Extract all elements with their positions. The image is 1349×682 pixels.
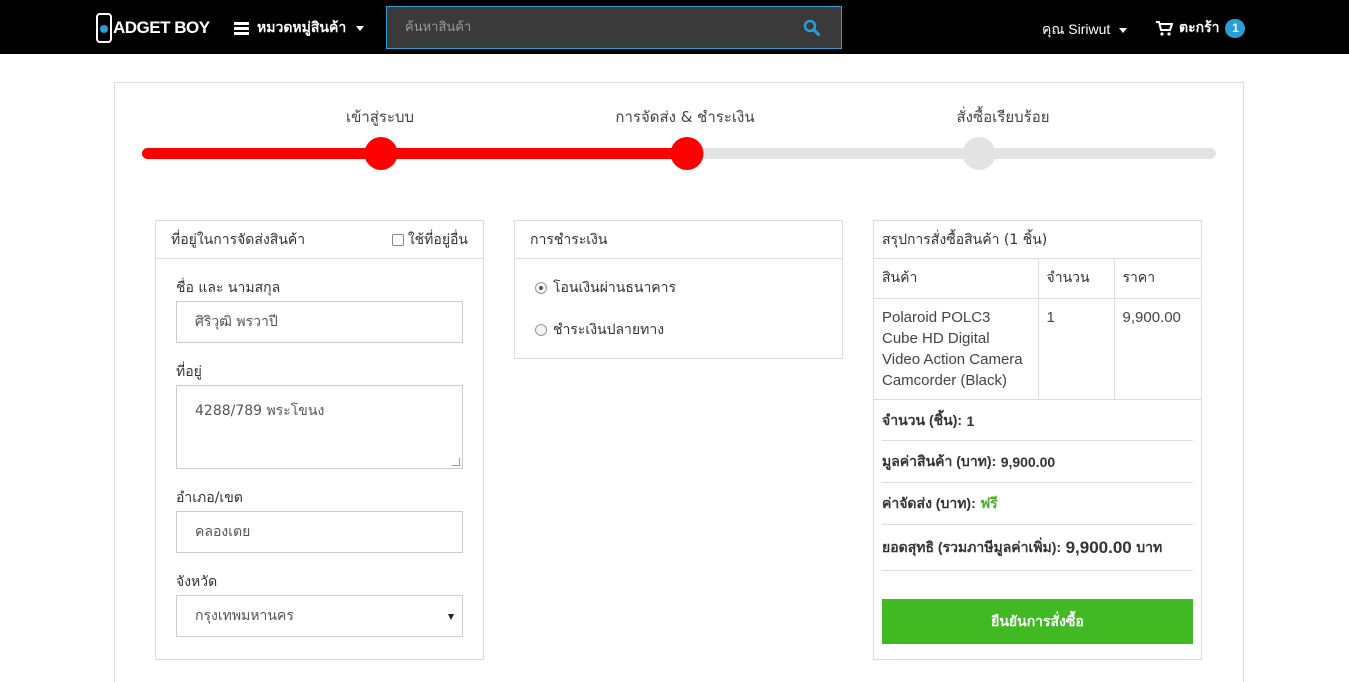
payment-option-label: โอนเงินผ่านธนาคาร [553,280,677,296]
use-other-address-checkbox[interactable]: ใช้ที่อยู่อื่น [391,229,468,251]
step-dot-login [364,137,398,170]
category-menu[interactable]: หมวดหมู่สินค้า [234,17,365,39]
order-summary-title: สรุปการสั่งซื้อสินค้า (1 ชิ้น) [882,231,1048,248]
cart-button[interactable]: ตะกร้า 1 [1156,17,1246,39]
item-product: Polaroid POLC3 Cube HD Digital Video Act… [874,298,1039,400]
user-name: คุณ Siriwut [1042,21,1111,37]
chevron-down-icon [356,25,365,31]
address-textarea[interactable]: 4288/789 พระโขนง [176,385,463,469]
order-items-table: สินค้า จำนวน ราคา Polaroid POLC3 Cube HD… [874,259,1202,400]
step-label-login: เข้าสู่ระบบ [345,108,415,126]
summary-shipping-label: ค่าจัดส่ง (บาท): [882,494,976,511]
step-label-shipping-payment: การจัดส่ง & ชำระเงิน [615,108,755,126]
district-label: อำเภอ/เขต [176,490,243,506]
step-label-complete: สั่งซื้อเรียบร้อย [956,108,1050,126]
shipping-address-card: ที่อยู่ในการจัดส่งสินค้า ใช้ที่อยู่อื่น … [155,220,484,660]
summary-qty-value: 1 [966,412,975,429]
summary-total-value: 9,900.00 [1065,537,1132,557]
table-row: Polaroid POLC3 Cube HD Digital Video Act… [874,298,1202,400]
item-price: 9,900.00 [1114,298,1202,400]
user-menu[interactable]: คุณ Siriwut [1042,19,1128,41]
category-menu-label: หมวดหมู่สินค้า [257,20,347,36]
shipping-address-title: ที่อยู่ในการจัดส่งสินค้า [171,231,306,248]
shipping-address-header: ที่อยู่ในการจัดส่งสินค้า ใช้ที่อยู่อื่น [156,221,483,259]
cart-label: ตะกร้า [1179,20,1220,36]
summary-subtotal-label: มูลค่าสินค้า (บาท): [882,452,997,469]
column-header-price: ราคา [1114,259,1202,299]
payment-card: การชำระเงิน โอนเงินผ่านธนาคาร ชำระเงินปล… [514,220,843,359]
address-value: 4288/789 พระโขนง [195,403,325,419]
chevron-down-icon [448,614,454,620]
summary-total-label: ยอดสุทธิ (รวมภาษีมูลค่าเพิ่ม): [882,538,1062,555]
logo-mark-icon [96,13,112,43]
district-value: คลองเตย [195,524,251,540]
payment-option-label: ชำระเงินปลายทาง [553,322,665,338]
name-label: ชื่อ และ นามสกุล [176,280,281,296]
payment-header: การชำระเงิน [515,221,842,259]
step-dot-complete [962,137,996,170]
logo-text: ADGET BOY [113,18,210,37]
summary-subtotal-line: มูลค่าสินค้า (บาท): 9,900.00 [882,441,1193,483]
province-select[interactable]: กรุงเทพมหานคร [176,595,463,637]
summary-qty-label: จำนวน (ชิ้น): [882,411,963,428]
payment-option-cod[interactable]: ชำระเงินปลายทาง [535,319,664,341]
summary-subtotal-value: 9,900.00 [1000,453,1056,470]
resize-handle-icon[interactable] [452,458,460,466]
address-label: ที่อยู่ [176,364,202,380]
name-field[interactable]: ศิริวุฒิ พรวาปี [176,301,463,343]
column-header-qty: จำนวน [1038,259,1115,299]
search-input[interactable] [387,7,787,48]
payment-option-bank-transfer[interactable]: โอนเงินผ่านธนาคาร [535,277,676,299]
top-navbar: ADGET BOY หมวดหมู่สินค้า คุณ Siriwut ตะก… [0,0,1349,54]
summary-qty-line: จำนวน (ชิ้น): 1 [882,401,1193,441]
cart-icon [1156,20,1173,36]
search-box [386,6,842,49]
province-label: จังหวัด [176,574,218,590]
progress-fill [142,148,688,159]
confirm-order-button[interactable]: ยืนยันการสั่งซื้อ [882,599,1193,644]
order-summary-card: สรุปการสั่งซื้อสินค้า (1 ชิ้น) สินค้า จำ… [873,220,1202,660]
summary-shipping-line: ค่าจัดส่ง (บาท): ฟรี [882,483,1193,525]
summary-total-unit: บาท [1136,538,1163,555]
payment-title: การชำระเงิน [530,231,608,248]
radio-button[interactable] [535,324,547,336]
item-qty: 1 [1038,298,1115,400]
order-summary-header: สรุปการสั่งซื้อสินค้า (1 ชิ้น) [874,221,1201,259]
column-header-product: สินค้า [874,259,1039,299]
search-icon[interactable] [803,19,821,37]
chevron-down-icon [1119,27,1128,33]
province-value: กรุงเทพมหานคร [195,608,294,624]
district-field[interactable]: คลองเตย [176,511,463,553]
site-logo[interactable]: ADGET BOY [96,12,210,44]
use-other-address-label: ใช้ที่อยู่อื่น [407,231,468,248]
summary-total-line: ยอดสุทธิ (รวมภาษีมูลค่าเพิ่ม): 9,900.00 … [882,525,1193,571]
step-dot-shipping-payment [670,137,704,170]
radio-button[interactable] [535,282,547,294]
checkbox-square[interactable] [391,233,404,246]
summary-shipping-value: ฟรี [980,495,998,512]
cart-count-badge: 1 [1225,18,1246,38]
name-value: ศิริวุฒิ พรวาปี [195,314,278,330]
list-icon [234,21,249,35]
